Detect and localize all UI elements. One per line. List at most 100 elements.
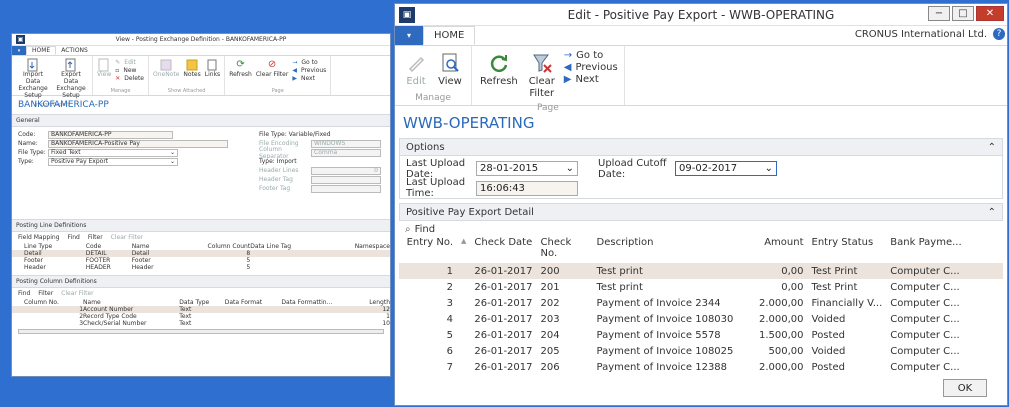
detail-title: Positive Pay Export Detail [406, 206, 534, 218]
left-new-button[interactable]: ▫ New [115, 67, 144, 74]
col-line-type[interactable]: Line Type [12, 243, 86, 250]
collapse-icon[interactable]: ⌃ [988, 207, 996, 218]
cell-entry-no: 5 [446, 329, 453, 341]
last-upload-date-field[interactable]: 28-01-2015 ⌄ [476, 161, 578, 176]
left-goto-button[interactable]: → Go to [292, 59, 326, 66]
export-data-exchange-button[interactable]: Export Data Exchange Setup [52, 57, 90, 101]
left-file-tab[interactable]: ▾ [12, 46, 26, 55]
table-row[interactable]: 2 Record Type Code Text 1 [12, 313, 390, 320]
group-name: Manage [110, 88, 131, 94]
line-find-button[interactable]: Find [68, 234, 80, 241]
import-data-exchange-button[interactable]: Import Data Exchange Setup [14, 57, 52, 101]
find-button[interactable]: Find [415, 224, 436, 235]
last-upload-time-field[interactable]: 16:06:43 [476, 180, 578, 196]
type-select[interactable]: Positive Pay Export ⌄ [48, 157, 178, 166]
sort-asc-icon[interactable]: ▲ [457, 237, 470, 263]
new-icon: ▫ [115, 67, 120, 74]
clear-filter-button[interactable]: Clear Filter [522, 48, 562, 101]
table-row[interactable]: 1 26-01-2017 200 Test print 0,00 Test Print Co… [399, 263, 1003, 279]
footer-tag-field[interactable] [311, 184, 381, 193]
table-row[interactable]: Footer FOOTER Footer 5 [12, 257, 390, 264]
left-tab-actions[interactable]: ACTIONS [56, 46, 93, 55]
tab-home[interactable]: HOME [423, 26, 476, 45]
detail-header[interactable]: Positive Pay Export Detail ⌃ [399, 203, 1003, 221]
col-find-button[interactable]: Find [18, 290, 30, 297]
col-col-name[interactable]: Name [83, 299, 179, 306]
col-bank-payment[interactable]: Bank Payme... [886, 237, 1003, 263]
edit-button[interactable]: Edit [399, 48, 433, 90]
line-filter-button[interactable]: Filter [88, 234, 103, 241]
file-encoding-field[interactable]: WINDOWS [311, 139, 381, 148]
left-next-button[interactable]: ▶ Next [292, 75, 326, 82]
col-column-no[interactable]: Column No. [12, 299, 83, 306]
goto-button[interactable]: → Go to [564, 50, 618, 61]
table-row[interactable]: Detail DETAIL Detail 8 [12, 250, 390, 257]
horizontal-scrollbar[interactable] [18, 329, 384, 334]
notes-button[interactable]: Notes [181, 57, 202, 80]
links-button[interactable]: Links [203, 57, 222, 80]
col-check-no[interactable]: Check No. [537, 237, 593, 263]
table-row[interactable]: 6 26-01-2017 205 Payment of Invoice 108025 5… [399, 343, 1003, 359]
left-refresh-button[interactable]: ⟳ Refresh [227, 57, 254, 80]
cell-check-no: 205 [540, 345, 560, 357]
col-data-formatting[interactable]: Data Formattin... [281, 299, 358, 306]
col-entry-status[interactable]: Entry Status [808, 237, 887, 263]
collapse-icon[interactable]: ⌃ [988, 142, 996, 153]
previous-button[interactable]: ◀ Previous [564, 62, 618, 73]
col-description[interactable]: Description [593, 237, 738, 263]
left-edit-button[interactable]: ✎ Edit [115, 59, 144, 66]
col-amount[interactable]: Amount [738, 237, 808, 263]
field-mapping-button[interactable]: Field Mapping [18, 234, 60, 241]
table-row[interactable]: Header HEADER Header 5 [12, 264, 390, 271]
col-check-date[interactable]: Check Date [470, 237, 536, 263]
col-data-format[interactable]: Data Format [225, 299, 282, 306]
onenote-button[interactable]: OneNote [151, 57, 181, 80]
cell: 2 [79, 313, 84, 320]
view-button[interactable]: View [433, 48, 467, 90]
column-separator-field[interactable]: Comma [311, 148, 381, 157]
col-length[interactable]: Length [359, 299, 390, 306]
header-lines-field[interactable]: 0 [311, 166, 381, 175]
refresh-button[interactable]: Refresh [476, 48, 522, 90]
table-row[interactable]: 5 26-01-2017 204 Payment of Invoice 5578 1.5… [399, 327, 1003, 343]
col-data-type[interactable]: Data Type [179, 299, 225, 306]
col-clear-filter-button[interactable]: Clear Filter [61, 290, 93, 297]
file-menu-tab[interactable]: ▾ [395, 26, 423, 45]
close-button[interactable]: ✕ [976, 6, 1004, 21]
col-code[interactable]: Code [86, 243, 132, 250]
col-entry-no[interactable]: Entry No. [399, 237, 457, 263]
table-row[interactable]: 3 Check/Serial Number Text 10 [12, 320, 390, 327]
header-tag-field[interactable] [311, 175, 381, 184]
minimize-button[interactable]: − [928, 6, 950, 21]
left-clear-filter-button[interactable]: ⊘ Clear Filter [254, 57, 290, 80]
code-field[interactable]: BANKOFAMERICA-PP [48, 130, 173, 139]
table-row[interactable]: 7 26-01-2017 206 Payment of Invoice 12388 2.… [399, 359, 1003, 375]
col-data-line-tag[interactable]: Data Line Tag [250, 243, 325, 250]
upload-cutoff-field[interactable]: 09-02-2017 ⌄ [675, 161, 777, 176]
file-type-select[interactable]: Fixed Text ⌄ [48, 148, 178, 157]
table-row[interactable]: 2 26-01-2017 201 Test print 0,00 Test Print Co… [399, 279, 1003, 295]
options-header[interactable]: Options ⌃ [399, 138, 1003, 156]
col-filter-button[interactable]: Filter [38, 290, 53, 297]
col-column-count[interactable]: Column Count [172, 243, 251, 250]
col-name[interactable]: Name [132, 243, 172, 250]
left-delete-button[interactable]: ✕ Delete [115, 75, 144, 82]
table-row[interactable]: 3 26-01-2017 202 Payment of Invoice 2344 2.0… [399, 295, 1003, 311]
general-left-col: Code: BANKOFAMERICA-PP Name: BANKOFAMERICA… [18, 130, 259, 216]
help-icon[interactable]: ? [993, 28, 1005, 40]
left-tab-home[interactable]: HOME [26, 46, 57, 55]
col-namespace[interactable]: Namespace [325, 243, 390, 250]
table-row[interactable]: 1 Account Number Text 12 [12, 306, 390, 313]
left-view-button[interactable]: View [95, 57, 113, 80]
ribbon-group-page: Refresh Clear Filter → Go to ◀ Previous ▶ N… [472, 46, 625, 113]
maximize-button[interactable]: □ [952, 6, 974, 21]
name-field[interactable]: BANKOFAMERICA-Positive Pay [48, 139, 228, 148]
ok-button[interactable]: OK [943, 379, 987, 397]
line-clear-filter-button[interactable]: Clear Filter [111, 234, 143, 241]
next-button[interactable]: ▶ Next [564, 74, 618, 85]
cell: Detail [24, 250, 42, 257]
table-row[interactable]: 4 26-01-2017 203 Payment of Invoice 108030 2… [399, 311, 1003, 327]
left-previous-button[interactable]: ◀ Previous [292, 67, 326, 74]
cell: Footer [24, 257, 44, 264]
line-definitions-table: Line Type Code Name Column Count Data Li… [12, 243, 390, 271]
